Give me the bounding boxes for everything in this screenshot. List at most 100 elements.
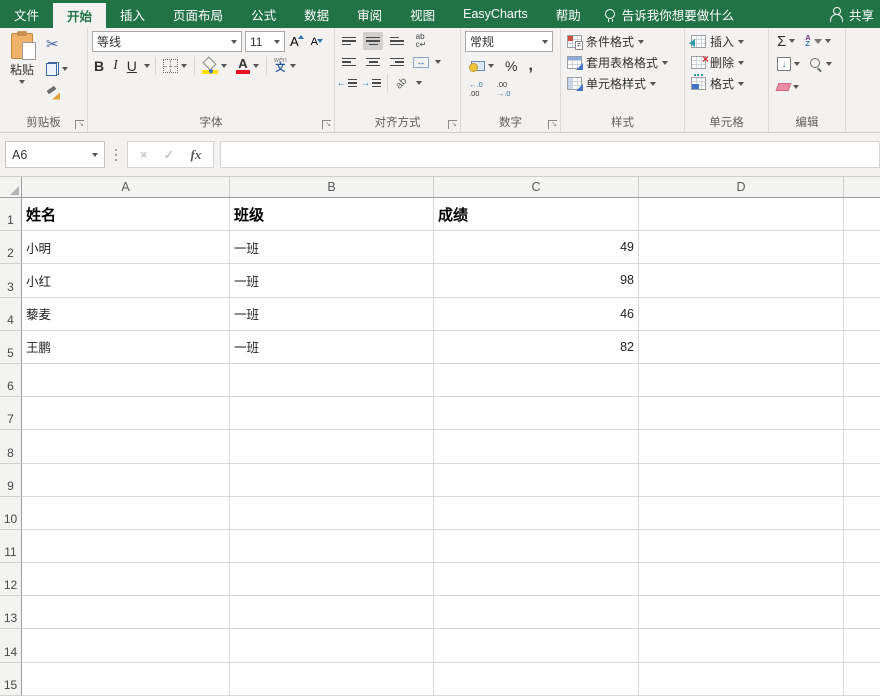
cell-A2[interactable]: 小明 (22, 231, 230, 264)
tab-数据[interactable]: 数据 (290, 0, 343, 28)
tab-审阅[interactable]: 审阅 (343, 0, 396, 28)
decrease-indent-button[interactable]: ← (339, 74, 359, 92)
copy-button[interactable] (44, 59, 70, 79)
column-header-C[interactable]: C (434, 177, 639, 197)
row-header-5[interactable]: 5 (0, 331, 22, 364)
cell-C3[interactable]: 98 (434, 264, 639, 297)
cell-styles-button[interactable]: 单元格样式 (565, 73, 681, 94)
cell-E11-partial[interactable] (844, 530, 880, 563)
fill-button[interactable]: ↓ (775, 56, 802, 72)
cell-C8[interactable] (434, 430, 639, 463)
bold-button[interactable]: B (92, 57, 106, 75)
italic-button[interactable]: I (111, 57, 120, 75)
cell-C13[interactable] (434, 596, 639, 629)
row-header-4[interactable]: 4 (0, 298, 22, 331)
row-header-3[interactable]: 3 (0, 264, 22, 297)
cell-B3[interactable]: 一班 (230, 264, 434, 297)
cell-D14[interactable] (639, 629, 844, 662)
cell-E12-partial[interactable] (844, 563, 880, 596)
cell-D15[interactable] (639, 663, 844, 696)
cell-E14-partial[interactable] (844, 629, 880, 662)
cell-D2[interactable] (639, 231, 844, 264)
cell-D3[interactable] (639, 264, 844, 297)
conditional-formatting-button[interactable]: 条件格式 (565, 31, 681, 52)
enter-button[interactable]: ✓ (164, 147, 175, 163)
orientation-button[interactable]: ab (392, 74, 412, 92)
cell-C5[interactable]: 82 (434, 331, 639, 364)
cell-E4-partial[interactable] (844, 298, 880, 331)
cell-C14[interactable] (434, 629, 639, 662)
cell-E13-partial[interactable] (844, 596, 880, 629)
column-header-D[interactable]: D (639, 177, 844, 197)
align-right-button[interactable] (387, 53, 407, 71)
cell-A4[interactable]: 藜麦 (22, 298, 230, 331)
cell-E8-partial[interactable] (844, 430, 880, 463)
fill-color-button[interactable] (200, 57, 229, 75)
row-header-10[interactable]: 10 (0, 497, 22, 530)
cell-E1-partial[interactable] (844, 198, 880, 231)
cell-B12[interactable] (230, 563, 434, 596)
row-header-14[interactable]: 14 (0, 629, 22, 662)
formula-input[interactable] (220, 141, 880, 168)
paste-button[interactable]: 粘贴 (4, 31, 40, 115)
decrease-font-button[interactable]: A (309, 35, 325, 49)
column-header-A[interactable]: A (22, 177, 230, 197)
cell-E7-partial[interactable] (844, 397, 880, 430)
cell-D9[interactable] (639, 464, 844, 497)
cell-B7[interactable] (230, 397, 434, 430)
cell-B1[interactable]: 班级 (230, 198, 434, 231)
cell-B6[interactable] (230, 364, 434, 397)
cell-B9[interactable] (230, 464, 434, 497)
percent-style-button[interactable]: % (503, 57, 519, 75)
row-header-15[interactable]: 15 (0, 663, 22, 696)
cell-A15[interactable] (22, 663, 230, 696)
clipboard-dialog-launcher[interactable]: ↘ (75, 120, 84, 129)
cell-A13[interactable] (22, 596, 230, 629)
row-header-7[interactable]: 7 (0, 397, 22, 430)
row-header-9[interactable]: 9 (0, 464, 22, 497)
cell-B13[interactable] (230, 596, 434, 629)
cell-D12[interactable] (639, 563, 844, 596)
align-middle-button[interactable] (363, 32, 383, 50)
tab-视图[interactable]: 视图 (396, 0, 449, 28)
cell-A11[interactable] (22, 530, 230, 563)
accounting-format-button[interactable] (467, 60, 496, 73)
font-size-select[interactable]: 11 (245, 31, 285, 52)
font-dialog-launcher[interactable]: ↘ (322, 120, 331, 129)
cell-C9[interactable] (434, 464, 639, 497)
merge-center-button[interactable]: ↔ (411, 53, 431, 71)
row-header-1[interactable]: 1 (0, 198, 22, 231)
phonetic-guide-button[interactable]: wén文 (272, 56, 298, 75)
font-name-select[interactable]: 等线 (92, 31, 242, 52)
column-header-B[interactable]: B (230, 177, 434, 197)
increase-decimal-button[interactable]: ←.0.00 (467, 80, 485, 99)
cell-D4[interactable] (639, 298, 844, 331)
row-header-6[interactable]: 6 (0, 364, 22, 397)
cell-C6[interactable] (434, 364, 639, 397)
autosum-button[interactable]: Σ (775, 32, 797, 51)
cell-A14[interactable] (22, 629, 230, 662)
cell-B4[interactable]: 一班 (230, 298, 434, 331)
tab-文件[interactable]: 文件 (0, 0, 53, 28)
format-cells-button[interactable]: 格式 (689, 73, 765, 94)
comma-style-button[interactable]: , (526, 56, 534, 76)
row-header-12[interactable]: 12 (0, 563, 22, 596)
wrap-text-button[interactable]: abc↵ (411, 32, 431, 50)
cell-B15[interactable] (230, 663, 434, 696)
cell-B14[interactable] (230, 629, 434, 662)
tell-me-box[interactable]: 告诉我你想要做什么 (595, 0, 745, 28)
cancel-button[interactable]: × (140, 147, 148, 162)
cell-C4[interactable]: 46 (434, 298, 639, 331)
cell-D11[interactable] (639, 530, 844, 563)
cell-C10[interactable] (434, 497, 639, 530)
select-all-corner[interactable] (0, 177, 22, 197)
row-header-13[interactable]: 13 (0, 596, 22, 629)
share-button[interactable]: 共享 (823, 0, 880, 28)
insert-function-button[interactable]: fx (191, 147, 202, 163)
underline-button[interactable]: U (125, 57, 139, 75)
find-select-button[interactable] (808, 57, 834, 72)
cell-A7[interactable] (22, 397, 230, 430)
cell-B2[interactable]: 一班 (230, 231, 434, 264)
cell-B11[interactable] (230, 530, 434, 563)
cell-D1[interactable] (639, 198, 844, 231)
